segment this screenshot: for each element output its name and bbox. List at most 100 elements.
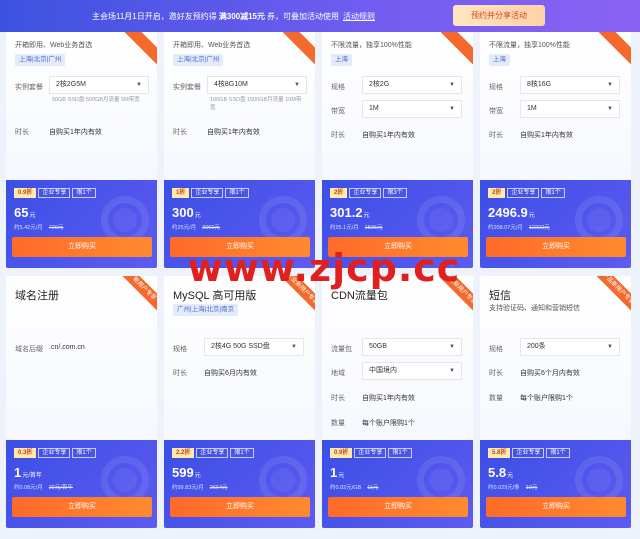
card-description: 支持验证码、通知和营销短信 (489, 305, 580, 312)
price-detail: 约99.83元/月 2664元 (172, 485, 228, 491)
region-tag: 上海 (489, 54, 510, 66)
price: 301.2元 (330, 205, 370, 220)
package-spec: 100GB SSD盘 1500GB月流量 10M带宽 (210, 97, 302, 111)
price: 300元 (172, 205, 201, 220)
bandwidth-select[interactable]: 1M ▼ (520, 100, 620, 118)
product-card-mysql: 企业新用户专享 MySQL 高可用版 广州|上海|北京|南京 规格 2核4G 5… (164, 276, 315, 528)
activity-rules-link[interactable]: 活动规则 (343, 11, 375, 22)
spec-select[interactable]: 8核16G ▼ (520, 76, 620, 94)
package-spec: 50GB SSD盘 500GB月流量 5M带宽 (52, 97, 140, 103)
decor-disc (113, 208, 137, 232)
price-panel: 0.9折 企业专享 限1个 1元 约0.02元/GB 11元 立即购买 (322, 440, 473, 528)
product-card-domain: 新用户专享 域名注册 域名后缀 .cn/.com.cn 0.3折 企业专享 限1个 … (6, 276, 157, 528)
chevron-down-icon: ▼ (607, 82, 613, 88)
corner-ribbon (277, 32, 315, 68)
discount-badge: 0.9折 (14, 188, 37, 198)
card-description: 开箱即用、Web业务首选 (173, 42, 251, 49)
duration-label: 时长 (173, 129, 187, 136)
region-label: 地域 (331, 370, 345, 377)
bandwidth-label: 带宽 (331, 108, 345, 115)
product-card-cdn: 企业新用户专享 CDN流量包 流量包 50GB ▼ 地域 中国境内 ▼ 时长 自购买… (322, 276, 473, 528)
duration-value: 自购买1年内有效 (207, 129, 260, 136)
buy-now-button[interactable]: 立即购买 (486, 237, 626, 257)
package-label: 实例套餐 (173, 84, 201, 91)
price-detail: 约0.08元/月 29元/首年 (14, 485, 73, 491)
duration-label: 时长 (331, 132, 345, 139)
chevron-down-icon: ▼ (449, 106, 455, 112)
card-description: 不限流量，独享100%性能 (489, 42, 570, 49)
region-tag: 上海|北京|广州 (15, 54, 66, 66)
quantity-value: 每个账户限购1个 (362, 420, 415, 427)
quantity-label: 数量 (331, 420, 345, 427)
buy-now-button[interactable]: 立即购买 (12, 497, 152, 517)
buy-now-button[interactable]: 立即购买 (486, 497, 626, 517)
duration-label: 时长 (173, 370, 187, 377)
quantity-value: 每个账户限购1个 (520, 395, 573, 402)
limit-badge: 限1个 (546, 448, 570, 458)
duration-value: 自购买1年内有效 (520, 132, 573, 139)
discount-badge: 5.8折 (488, 448, 511, 458)
duration-value: 自购买1年内有效 (49, 129, 102, 136)
banner-text-after: 券，可叠加活动使用 (267, 11, 340, 21)
corner-ribbon: 产品新用户专享 (593, 276, 631, 314)
discount-badge: 2折 (488, 188, 506, 198)
limit-badge: 限1个 (225, 188, 249, 198)
enterprise-badge: 企业专享 (196, 448, 229, 458)
duration-label: 时长 (489, 370, 503, 377)
decor-disc (113, 468, 137, 492)
reserve-share-button[interactable]: 预约并分享活动 (453, 5, 545, 26)
limit-badge: 限1个 (230, 448, 254, 458)
decor-disc (271, 208, 295, 232)
package-label: 实例套餐 (15, 84, 43, 91)
buy-now-button[interactable]: 立即购买 (170, 497, 310, 517)
buy-now-button[interactable]: 立即购买 (12, 237, 152, 257)
enterprise-badge: 企业专享 (507, 188, 540, 198)
package-select[interactable]: 50GB ▼ (362, 338, 462, 356)
suffix-label: 域名后缀 (15, 346, 43, 353)
product-card-sms: 产品新用户专享 短信 支持验证码、通知和营销短信 规格 200条 ▼ 时长 自购买… (480, 276, 631, 528)
product-card-lighthouse-large: 开箱即用、Web业务首选 上海|北京|广州 实例套餐 4核8G10M ▼ 100G… (164, 32, 315, 268)
decor-disc (271, 468, 295, 492)
limit-badge: 限1个 (72, 188, 96, 198)
decor-disc (587, 208, 611, 232)
chevron-down-icon: ▼ (449, 82, 455, 88)
limit-badge: 限1个 (72, 448, 96, 458)
price-detail: 约208.07元/月 12222元 (488, 225, 550, 231)
chevron-down-icon: ▼ (607, 106, 613, 112)
price-detail: 约0.029元/条 10元 (488, 485, 538, 491)
duration-value: 自购买6个月内有效 (520, 370, 580, 377)
duration-label: 时长 (331, 395, 345, 402)
price-panel: 0.3折 企业专享 限1个 1元/首年 约0.08元/月 29元/首年 立即购买 (6, 440, 157, 528)
price: 2496.9元 (488, 205, 535, 220)
chevron-down-icon: ▼ (294, 82, 300, 88)
bandwidth-select[interactable]: 1M ▼ (362, 100, 462, 118)
region-select[interactable]: 中国境内 ▼ (362, 362, 462, 380)
buy-now-button[interactable]: 立即购买 (328, 497, 468, 517)
price-detail: 约0.02元/GB 11元 (330, 485, 379, 491)
spec-select[interactable]: 2核4G 50G SSD盘 ▼ (204, 338, 304, 356)
discount-badge: 2折 (330, 188, 348, 198)
spec-select[interactable]: 200条 ▼ (520, 338, 620, 356)
price-detail: 约25.1元/月 1506元 (330, 225, 383, 231)
spec-label: 规格 (489, 346, 503, 353)
spec-label: 规格 (489, 84, 503, 91)
package-select[interactable]: 4核8G10M ▼ (207, 76, 307, 94)
price: 1元 (330, 465, 345, 480)
price: 1元/首年 (14, 465, 42, 480)
chevron-down-icon: ▼ (449, 368, 455, 374)
price: 599元 (172, 465, 201, 480)
duration-label: 时长 (489, 132, 503, 139)
package-select[interactable]: 2核2G5M ▼ (49, 76, 149, 94)
discount-badge: 1折 (172, 188, 190, 198)
suffix-value: .cn/.com.cn (49, 344, 85, 351)
chevron-down-icon: ▼ (136, 82, 142, 88)
promo-banner: 主会场11月1日开启，邀好友预约得 满300减15元 券，可叠加活动使用 活动规… (0, 0, 640, 32)
discount-badge: 0.3折 (14, 448, 37, 458)
card-description: 开箱即用、Web业务首选 (15, 42, 93, 49)
price-detail: 约25元/月 3060元 (172, 225, 220, 231)
duration-label: 时长 (15, 129, 29, 136)
limit-badge: 限1个 (541, 188, 565, 198)
chevron-down-icon: ▼ (449, 344, 455, 350)
spec-select[interactable]: 2核2G ▼ (362, 76, 462, 94)
banner-text-before: 主会场11月1日开启，邀好友预约得 (92, 11, 217, 21)
